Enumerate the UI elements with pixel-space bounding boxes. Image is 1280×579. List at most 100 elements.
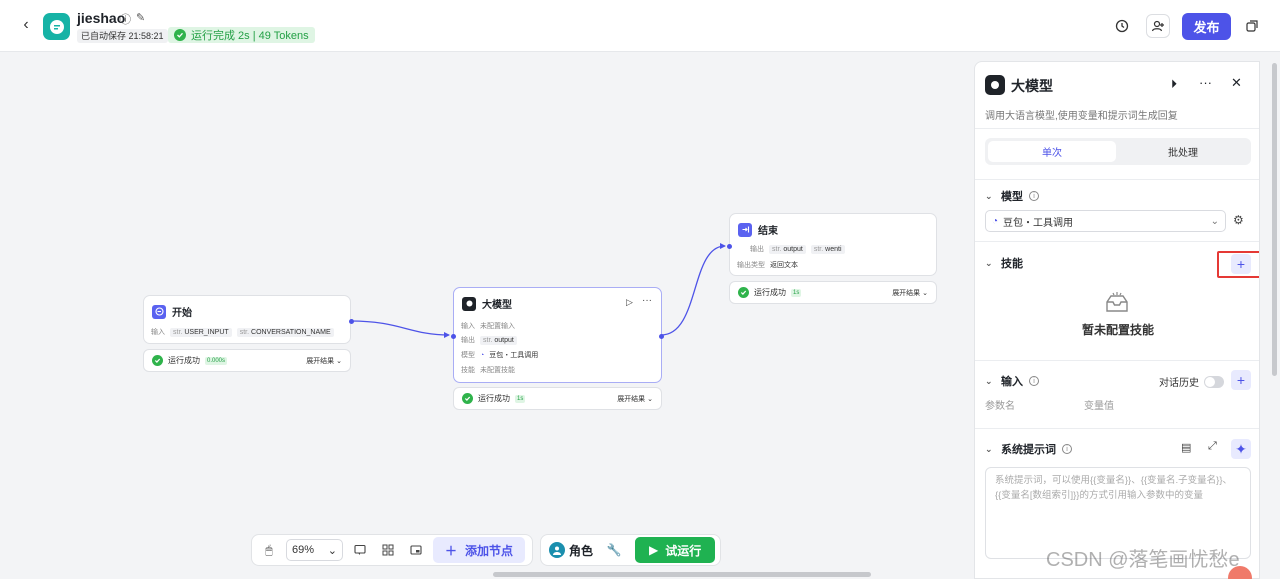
back-chevron-icon[interactable]: ‹	[18, 16, 34, 34]
llm-input-port[interactable]	[451, 334, 456, 339]
divider	[975, 128, 1259, 129]
output-label: 输出	[750, 246, 764, 253]
chevron-down-icon: ⌄	[985, 190, 993, 201]
layout-icon[interactable]	[377, 539, 399, 561]
output-type-value: 返回文本	[770, 262, 798, 269]
edge-arrow	[720, 243, 726, 249]
history-icon[interactable]	[1110, 14, 1134, 38]
role-avatar-icon	[549, 542, 565, 558]
input-label: 输入	[461, 323, 475, 330]
status-text: 运行成功	[754, 288, 786, 297]
skill-value: 未配置技能	[480, 367, 515, 374]
edit-icon[interactable]: ✎	[136, 11, 145, 27]
canvas-toolbar: 🖱 69% ⌄ ＋ 添加节点	[251, 534, 533, 566]
status-text: 运行成功	[478, 394, 510, 403]
wrench-icon[interactable]: 🔧	[603, 539, 625, 561]
library-icon[interactable]: ▤	[1181, 441, 1191, 454]
tab-single[interactable]: 单次	[988, 141, 1116, 162]
comment-icon[interactable]	[349, 539, 371, 561]
zoom-value: 69%	[292, 544, 315, 556]
minimap-icon[interactable]	[405, 539, 427, 561]
run-time-badge: 0.000s	[205, 356, 228, 365]
zoom-select[interactable]: 69% ⌄	[286, 539, 343, 561]
skills-section-header[interactable]: ⌄ 技能	[985, 255, 1023, 271]
start-node-icon	[152, 304, 166, 319]
expand-result-button[interactable]: 展开结果 ⌄	[617, 394, 653, 404]
trial-run-button[interactable]: ▶ 试运行	[635, 537, 716, 563]
mouse-mode-icon[interactable]: 🖱	[258, 539, 280, 561]
doubao-icon: ◔	[480, 351, 485, 359]
workflow-canvas[interactable]: 开始 输入 str. USER_INPUT str. CONVERSATION_NA…	[0, 52, 975, 579]
output-type-label: 输出类型	[737, 262, 765, 269]
add-input-button[interactable]: +	[1231, 370, 1251, 390]
copy-icon[interactable]	[1240, 14, 1264, 38]
run-status-badge: 运行完成 2s | 49 Tokens	[168, 27, 315, 43]
run-toolbar: 角色 🔧 ▶ 试运行	[540, 534, 721, 566]
ai-optimize-button[interactable]: ✦	[1231, 439, 1251, 459]
run-time-badge: 1s	[791, 288, 802, 297]
llm-panel-icon	[985, 75, 1005, 95]
watermark: CSDN @落笔画忧愁e	[1046, 549, 1240, 571]
success-icon	[738, 287, 749, 298]
start-input-tag: str. USER_INPUT	[170, 327, 232, 337]
model-value: 豆包・工具调用	[489, 352, 539, 359]
mode-switch: 单次 批处理	[985, 138, 1251, 165]
plus-icon: ＋	[445, 543, 458, 558]
llm-node[interactable]: 大模型 ▷ ··· 输入 未配置输入 输出 str. output 模型 ◔ 豆包・工具调…	[451, 287, 664, 383]
divider	[975, 179, 1259, 180]
divider	[975, 428, 1259, 429]
success-icon	[462, 393, 473, 404]
output-tag: str. output	[480, 335, 517, 345]
var-value-header: 变量值	[1084, 401, 1114, 412]
edge-start-llm	[350, 320, 450, 336]
more-icon[interactable]: ···	[1199, 75, 1212, 90]
system-prompt-section-header[interactable]: ⌄ 系统提示词 i	[985, 441, 1072, 457]
collaborator-icon[interactable]	[1146, 14, 1170, 38]
chat-history-label: 对话历史	[1159, 378, 1199, 389]
expand-result-button[interactable]: 展开结果 ⌄	[306, 356, 342, 366]
more-icon[interactable]: ···	[642, 295, 652, 306]
start-output-port[interactable]	[349, 319, 354, 324]
model-select[interactable]: ◔ 豆包・工具调用 ⌄	[985, 210, 1226, 232]
play-circle-icon[interactable]: ⏵	[1171, 77, 1177, 92]
play-icon[interactable]: ▷	[626, 297, 633, 308]
input-section-header[interactable]: ⌄ 输入 i	[985, 373, 1039, 389]
expand-icon[interactable]: ⤢	[1208, 440, 1217, 453]
llm-node-icon	[462, 296, 476, 311]
horizontal-scrollbar[interactable]	[493, 572, 871, 577]
info-icon[interactable]: ⓘ	[120, 11, 131, 27]
end-run-status: 运行成功 1s 展开结果 ⌄	[729, 281, 937, 304]
close-icon[interactable]: ✕	[1231, 75, 1242, 91]
chat-history-toggle[interactable]: 对话历史	[1159, 374, 1224, 389]
edge-llm-end	[660, 245, 726, 336]
tab-batch[interactable]: 批处理	[1119, 141, 1247, 162]
expand-result-button[interactable]: 展开结果 ⌄	[892, 288, 928, 298]
start-node[interactable]: 开始 输入 str. USER_INPUT str. CONVERSATION_NA…	[143, 295, 354, 344]
end-node-title: 结束	[758, 226, 778, 237]
empty-box-icon	[1105, 292, 1129, 317]
llm-output-port[interactable]	[659, 334, 664, 339]
node-config-panel: 大模型 ⏵ ··· ✕ 调用大语言模型,使用变量和提示词生成回复 单次 批处理 …	[974, 61, 1260, 579]
end-input-port[interactable]	[727, 244, 732, 249]
info-icon: i	[1062, 444, 1072, 454]
add-node-button[interactable]: ＋ 添加节点	[433, 537, 526, 563]
highlight-box	[1217, 251, 1259, 278]
play-icon: ▶	[649, 543, 659, 557]
end-node[interactable]: 结束 输出 str. output str. wenti 输出类型 返回文本	[727, 213, 937, 276]
output-label: 输出	[461, 337, 475, 344]
start-node-title: 开始	[172, 308, 192, 319]
gear-icon[interactable]: ⚙	[1233, 213, 1244, 227]
role-button[interactable]: 角色	[549, 542, 593, 559]
divider	[975, 360, 1259, 361]
llm-node-title: 大模型	[482, 300, 512, 311]
model-section-header[interactable]: ⌄ 模型 i	[985, 188, 1039, 204]
panel-description: 调用大语言模型,使用变量和提示词生成回复	[985, 111, 1178, 122]
publish-button[interactable]: 发布	[1182, 13, 1231, 40]
start-input-label: 输入	[151, 329, 165, 336]
panel-scrollbar[interactable]	[1272, 63, 1277, 376]
input-section-title: 输入	[1001, 376, 1023, 388]
output-tag: str. output	[769, 244, 806, 254]
toggle-switch[interactable]	[1204, 375, 1224, 388]
add-node-label: 添加节点	[465, 543, 514, 558]
model-select-value: 豆包・工具调用	[1003, 217, 1074, 229]
